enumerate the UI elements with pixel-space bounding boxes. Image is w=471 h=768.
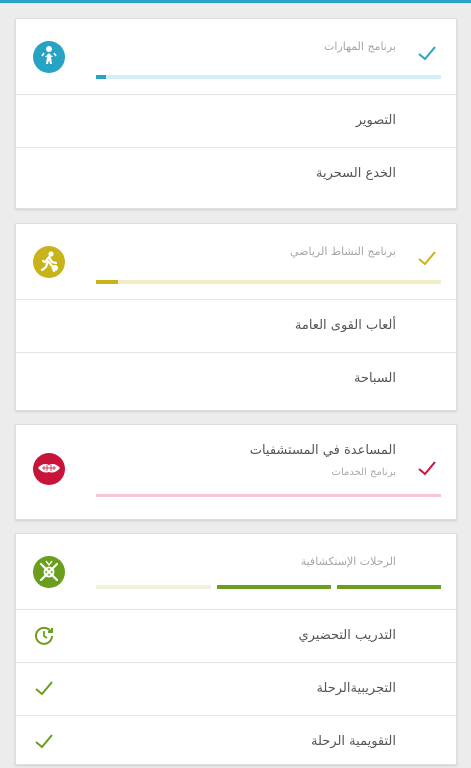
card-skills-program: برنامج المهارات التصوير الخدع السحرية [15, 18, 457, 209]
card-title: المساعدة في المستشفيات [249, 443, 396, 458]
check-icon [418, 251, 436, 266]
list-item[interactable]: الخدع السحرية [16, 148, 456, 200]
top-accent-line [0, 0, 471, 3]
card-subtitle: برنامج الخدمات [331, 467, 396, 478]
card-title: برنامج النشاط الرياضي [290, 245, 396, 258]
card-header-skills[interactable]: برنامج المهارات [16, 19, 456, 95]
card-exploration-trips: الرحلات الإستكشافية التدريب التحضيري الت… [15, 533, 457, 765]
runner-icon [33, 246, 65, 278]
progress-segment [217, 585, 331, 589]
card-hospital-help[interactable]: المساعدة في المستشفيات برنامج الخدمات [15, 424, 457, 520]
progress-bar [96, 280, 441, 284]
clock-icon [35, 626, 53, 645]
card-sports-program: برنامج النشاط الرياضي ألعاب القوى العامة… [15, 223, 457, 411]
helping-hands-icon [33, 453, 65, 485]
list-item[interactable]: ألعاب القوى العامة [16, 300, 456, 353]
list-item[interactable]: التقويمية الرحلة [16, 716, 456, 768]
item-label: الخدع السحرية [316, 166, 396, 181]
card-header-sports[interactable]: برنامج النشاط الرياضي [16, 224, 456, 300]
progress-bar [96, 494, 441, 497]
check-icon [35, 681, 53, 696]
card-header-trips[interactable]: الرحلات الإستكشافية [16, 534, 456, 610]
card-title: برنامج المهارات [324, 40, 396, 53]
list-item[interactable]: السباحة [16, 353, 456, 405]
check-icon [418, 46, 436, 61]
progress-segment [96, 585, 211, 589]
compass-icon [33, 556, 65, 588]
list-item[interactable]: التصوير [16, 95, 456, 148]
progress-fill [96, 75, 106, 79]
item-label: السباحة [353, 371, 396, 386]
check-icon [35, 734, 53, 749]
item-label: التدريب التحضيري [298, 628, 396, 643]
child-figure-icon [33, 41, 65, 73]
item-label: التجريبيةالرحلة [316, 681, 396, 696]
card-title: الرحلات الإستكشافية [300, 555, 396, 568]
progress-fill [96, 280, 118, 284]
progress-bar [96, 75, 441, 79]
item-label: ألعاب القوى العامة [294, 318, 396, 333]
list-item[interactable]: التدريب التحضيري [16, 610, 456, 663]
check-icon [418, 461, 436, 476]
progress-segment [337, 585, 441, 589]
segmented-progress [96, 585, 441, 589]
item-label: التصوير [355, 113, 396, 128]
item-label: التقويمية الرحلة [310, 734, 396, 749]
list-item[interactable]: التجريبيةالرحلة [16, 663, 456, 716]
